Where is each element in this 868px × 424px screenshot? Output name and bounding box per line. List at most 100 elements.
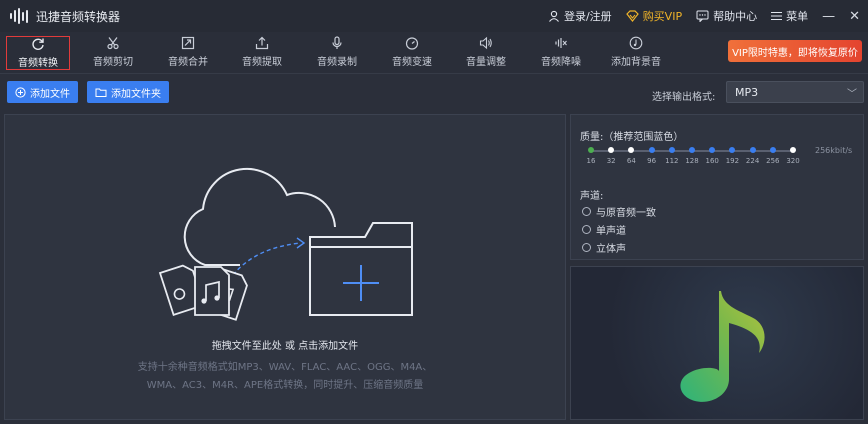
add-folder-button[interactable]: 添加文件夹 xyxy=(87,81,169,103)
microphone-icon xyxy=(332,36,342,49)
tab-add-bgm-label: 添加背景音 xyxy=(611,57,661,68)
plus-circle-icon xyxy=(15,86,26,98)
quality-tick-label: 224 xyxy=(745,157,760,165)
quality-slider-stop[interactable] xyxy=(648,147,655,153)
tab-audio-cut-label: 音频剪切 xyxy=(93,57,133,68)
hamburger-icon xyxy=(771,12,783,20)
quality-slider-stop[interactable] xyxy=(628,147,635,153)
tab-audio-convert[interactable]: 音频转换 xyxy=(6,36,70,70)
volume-icon xyxy=(479,36,492,50)
output-format-value: MP3 xyxy=(735,85,759,99)
title-bar: 迅捷音频转换器 登录/注册 购买VIP 帮助中心 菜单 — ✕ xyxy=(0,0,868,32)
quality-slider-stop[interactable] xyxy=(709,147,716,153)
tab-audio-merge[interactable]: 音频合并 xyxy=(156,36,220,70)
channel-option-original[interactable]: 与原音频一致 xyxy=(582,204,656,219)
quality-tick-label: 64 xyxy=(626,157,636,165)
quality-slider-stop[interactable] xyxy=(749,147,756,153)
music-note-icon xyxy=(629,36,643,50)
chevron-down-icon: ﹀ xyxy=(847,89,857,100)
tab-audio-speed-label: 音频变速 xyxy=(392,57,432,68)
quality-tick-label: 96 xyxy=(647,157,657,165)
tab-audio-merge-label: 音频合并 xyxy=(168,57,208,68)
close-button[interactable]: ✕ xyxy=(849,9,860,24)
menu-label: 菜单 xyxy=(786,10,809,23)
channel-option-mono-label: 单声道 xyxy=(596,226,626,237)
tab-volume-adjust-label: 音量调整 xyxy=(466,57,506,68)
quality-tick-label: 112 xyxy=(665,157,679,165)
tab-volume-adjust[interactable]: 音量调整 xyxy=(454,36,518,70)
file-drop-area[interactable]: 拖拽文件至此处 或 点击添加文件 支持十余种音频格式如MP3、WAV、FLAC、… xyxy=(4,114,566,420)
vip-promo-banner[interactable]: VIP限时特惠，即将恢复原价 xyxy=(728,40,862,62)
menu-button[interactable]: 菜单 xyxy=(771,8,808,24)
denoise-icon xyxy=(555,38,567,48)
quality-slider-stop[interactable] xyxy=(689,147,695,153)
channel-option-original-label: 与原音频一致 xyxy=(596,208,656,219)
channel-label: 声道: xyxy=(580,191,604,202)
scissors-icon xyxy=(107,37,119,50)
tab-audio-convert-label: 音频转换 xyxy=(18,58,58,69)
tab-audio-extract[interactable]: 音频提取 xyxy=(230,36,294,70)
tab-audio-denoise[interactable]: 音频降噪 xyxy=(529,36,593,70)
app-logo-icon xyxy=(10,8,28,24)
action-bar: 添加文件 添加文件夹 选择输出格式: MP3 ﹀ xyxy=(0,75,868,111)
quality-tick-label: 128 xyxy=(685,157,699,165)
user-icon xyxy=(549,10,559,22)
quality-slider-stop[interactable] xyxy=(668,147,675,153)
quality-slider-stop[interactable] xyxy=(588,147,594,153)
output-format-select[interactable]: MP3 ﹀ xyxy=(726,81,864,103)
quality-tick-label: 256 xyxy=(766,157,780,165)
login-label: 登录/注册 xyxy=(563,10,612,23)
tab-audio-cut[interactable]: 音频剪切 xyxy=(81,36,145,70)
cloud-folder-illustration xyxy=(158,167,413,321)
help-center-label: 帮助中心 xyxy=(713,10,758,23)
quality-tick-label: 320 xyxy=(786,157,800,165)
login-button[interactable]: 登录/注册 xyxy=(548,8,612,24)
vip-diamond-icon xyxy=(625,10,639,22)
supported-formats-line-1: 支持十余种音频格式如MP3、WAV、FLAC、AAC、OGG、M4A、 xyxy=(137,362,433,373)
output-format-label: 选择输出格式: xyxy=(652,92,716,103)
radio-circle-icon xyxy=(582,207,591,216)
output-settings-panel: 质量:（推荐范围蓝色） 256kbit/s 声道: 与原音频一致 单声道 立体声… xyxy=(570,114,864,260)
music-note-artwork-icon xyxy=(680,291,765,402)
tab-audio-denoise-label: 音频降噪 xyxy=(541,57,581,68)
drop-hint-text: 拖拽文件至此处 或 点击添加文件 xyxy=(211,341,359,352)
supported-formats-text: 支持十余种音频格式如MP3、WAV、FLAC、AAC、OGG、M4A、 WMA、… xyxy=(5,359,565,395)
help-center-button[interactable]: 帮助中心 xyxy=(696,8,757,24)
buy-vip-label: 购买VIP xyxy=(642,10,683,23)
tab-audio-extract-label: 音频提取 xyxy=(242,57,282,68)
quality-slider-stop[interactable] xyxy=(790,147,796,153)
quality-rate-value: 256kbit/s xyxy=(815,146,853,155)
quality-tick-label: 16 xyxy=(586,157,596,165)
extract-icon xyxy=(255,36,269,50)
radio-circle-icon xyxy=(582,243,591,252)
tab-audio-record[interactable]: 音频录制 xyxy=(305,36,369,70)
add-file-button[interactable]: 添加文件 xyxy=(7,81,78,103)
quality-tick-label: 32 xyxy=(606,157,616,165)
supported-formats-line-2: WMA、AC3、M4R、APE格式转换，同时提升、压缩音频质量 xyxy=(146,380,424,391)
quality-slider-stop[interactable] xyxy=(769,147,776,153)
folder-icon xyxy=(95,88,107,97)
quality-slider-stop[interactable] xyxy=(729,147,736,153)
tab-audio-speed[interactable]: 音频变速 xyxy=(380,36,444,70)
chat-icon xyxy=(696,10,709,22)
merge-icon xyxy=(181,36,195,50)
function-toolbar: 音频转换 音频剪切 音频合并 音频提取 音频录制 音频变速 音量调整 音频降噪 xyxy=(0,32,868,74)
quality-label: 质量:（推荐范围蓝色） xyxy=(580,132,684,143)
tab-add-bgm[interactable]: 添加背景音 xyxy=(604,36,668,70)
speed-icon xyxy=(405,37,419,50)
add-file-label: 添加文件 xyxy=(30,88,70,100)
quality-tick-label: 192 xyxy=(725,157,740,165)
channel-option-stereo[interactable]: 立体声 xyxy=(582,240,626,255)
tab-audio-record-label: 音频录制 xyxy=(317,57,357,68)
channel-option-mono[interactable]: 单声道 xyxy=(582,222,626,237)
app-window: 迅捷音频转换器 登录/注册 购买VIP 帮助中心 菜单 — ✕ 音频转换 音频剪… xyxy=(0,0,868,424)
preview-panel xyxy=(570,266,864,420)
add-folder-label: 添加文件夹 xyxy=(111,88,161,100)
minimize-button[interactable]: — xyxy=(822,9,835,24)
buy-vip-button[interactable]: 购买VIP xyxy=(625,8,683,24)
refresh-icon xyxy=(32,38,44,50)
app-title: 迅捷音频转换器 xyxy=(36,9,121,24)
quality-slider-stop[interactable] xyxy=(608,147,615,153)
quality-tick-label: 160 xyxy=(705,157,719,165)
radio-circle-icon xyxy=(582,225,591,234)
